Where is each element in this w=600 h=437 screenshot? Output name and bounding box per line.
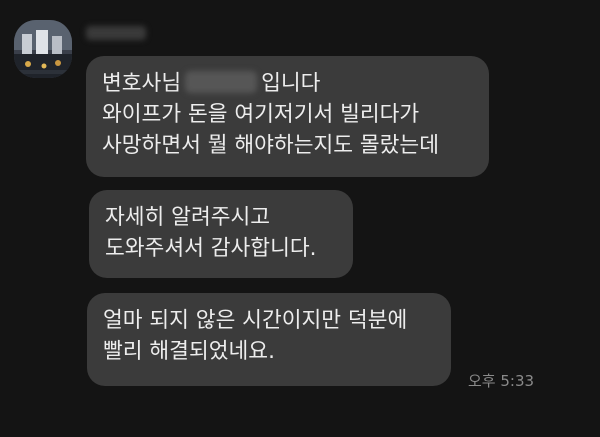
message-line: 와이프가 돈을 여기저기서 빌리다가	[102, 102, 420, 127]
message-line: 도와주셔서 감사합니다.	[105, 236, 317, 261]
avatar[interactable]	[14, 20, 72, 78]
redacted-name	[185, 71, 258, 93]
message-bubble[interactable]: 자세히 알려주시고 도와주셔서 감사합니다.	[89, 190, 353, 278]
message-line: 변호사님 입니다	[102, 71, 321, 96]
message-line: 자세히 알려주시고	[105, 205, 271, 230]
message-bubble[interactable]: 변호사님 입니다 와이프가 돈을 여기저기서 빌리다가 사망하면서 뭘 해야하는지…	[86, 56, 489, 177]
message-line: 사망하면서 뭘 해야하는지도 몰랐는데	[102, 133, 439, 158]
profile-photo-icon	[14, 20, 72, 78]
message-line: 빨리 해결되었네요.	[103, 339, 275, 364]
message-bubble[interactable]: 얼마 되지 않은 시간이지만 덕분에 빨리 해결되었네요.	[87, 293, 451, 386]
message-timestamp: 오후 5:33	[468, 372, 535, 390]
sender-name	[86, 26, 146, 40]
message-line: 얼마 되지 않은 시간이지만 덕분에	[103, 308, 408, 333]
